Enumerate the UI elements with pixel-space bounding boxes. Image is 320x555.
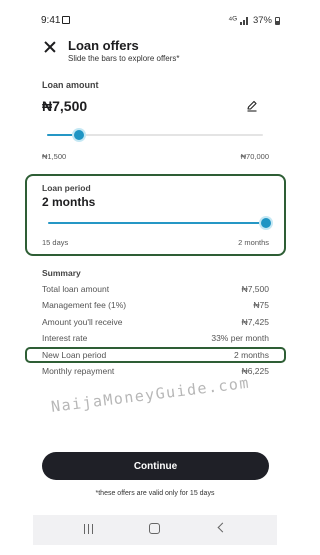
slider-fill — [48, 222, 266, 224]
home-icon[interactable] — [149, 523, 160, 534]
status-indicators: ⁴ᴳ 37% — [228, 15, 280, 26]
header: Loan offers Slide the bars to explore of… — [0, 34, 310, 66]
system-nav-bar — [33, 515, 277, 545]
summary-row: Management fee (1%) ₦75 — [42, 300, 269, 314]
battery-percent: 37% — [252, 15, 272, 26]
loan-period-label: Loan period — [42, 183, 91, 193]
summary-label: Interest rate — [42, 333, 88, 343]
summary-label: Total loan amount — [42, 284, 110, 294]
loan-amount-slider[interactable] — [47, 130, 263, 140]
status-bar: 9:41 ⁴ᴳ 37% — [0, 0, 310, 34]
summary-row: New Loan period 2 months — [42, 350, 269, 364]
signal-icon — [239, 16, 250, 25]
loan-amount-value: ₦7,500 — [42, 98, 88, 114]
summary-title: Summary — [42, 268, 81, 278]
slider-thumb[interactable] — [261, 218, 271, 228]
summary-row: Total loan amount ₦7,500 — [42, 284, 269, 298]
page-title: Loan offers — [68, 38, 139, 53]
battery-icon — [275, 16, 280, 25]
page-subtitle: Slide the bars to explore offers* — [68, 54, 180, 63]
summary-value: ₦75 — [253, 300, 269, 310]
summary-value: ₦7,425 — [241, 317, 269, 327]
close-icon[interactable] — [43, 40, 57, 54]
edit-icon[interactable] — [246, 100, 258, 112]
continue-button[interactable]: Continue — [42, 452, 269, 480]
summary-label: Amount you'll receive — [42, 317, 123, 327]
summary-label: New Loan period — [42, 350, 107, 360]
summary-value: ₦7,500 — [241, 284, 269, 294]
summary-value: 2 months — [234, 350, 269, 360]
loan-period-min: 15 days — [42, 238, 69, 247]
summary-value: 33% per month — [211, 333, 269, 343]
offer-validity-note: *these offers are valid only for 15 days — [95, 490, 215, 497]
loan-amount-max: ₦70,000 — [240, 152, 269, 161]
loan-period-slider[interactable] — [48, 218, 271, 228]
loan-amount-min: ₦1,500 — [42, 152, 67, 161]
back-icon[interactable] — [217, 522, 228, 533]
loan-period-max: 2 months — [238, 238, 269, 247]
summary-row: Interest rate 33% per month — [42, 333, 269, 347]
loan-period-value: 2 months — [42, 195, 96, 209]
summary-label: Monthly repayment — [42, 366, 115, 376]
network-type: ⁴ᴳ — [228, 15, 237, 26]
recent-apps-icon[interactable] — [84, 524, 94, 534]
slider-thumb[interactable] — [74, 130, 85, 140]
loan-amount-label: Loan amount — [42, 80, 99, 90]
summary-row: Amount you'll receive ₦7,425 — [42, 317, 269, 331]
image-notification-icon — [62, 16, 70, 24]
loan-period-card: Loan period 2 months 15 days 2 months — [25, 174, 286, 256]
summary-label: Management fee (1%) — [42, 300, 127, 310]
status-time: 9:41 — [41, 15, 61, 26]
